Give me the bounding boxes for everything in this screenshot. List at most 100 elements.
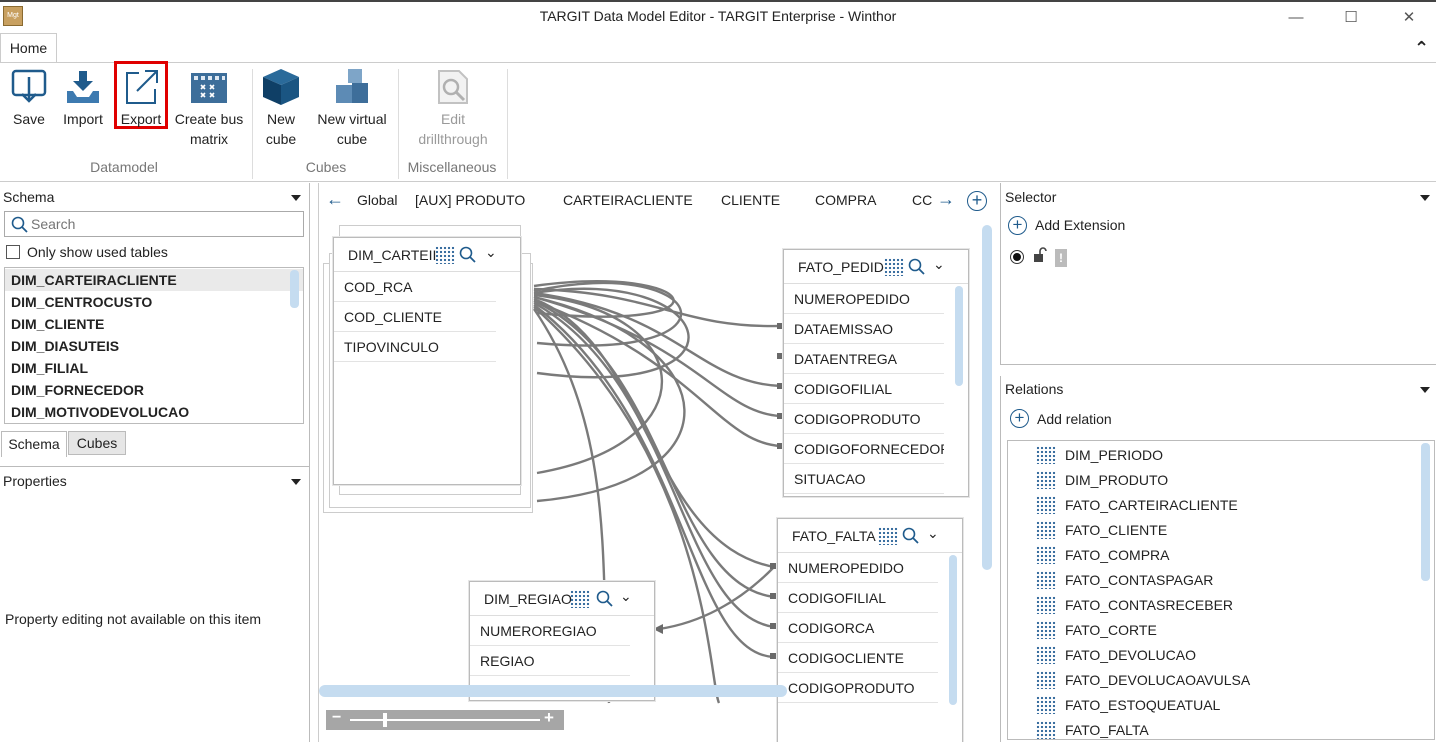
chevron-down-icon[interactable] (291, 195, 301, 201)
grid-icon[interactable] (435, 246, 455, 264)
add-extension-icon[interactable]: + (1008, 216, 1027, 235)
relation-item[interactable]: FATO_COMPRA (1008, 543, 1434, 568)
add-relation-label[interactable]: Add relation (1037, 411, 1112, 427)
export-button[interactable]: Export (114, 61, 168, 129)
search-icon[interactable] (908, 258, 926, 276)
close-button[interactable]: ✕ (1386, 4, 1432, 32)
zoom-out-button[interactable]: − (332, 709, 341, 727)
canvas-vertical-scrollbar[interactable] (982, 225, 992, 570)
grid-icon[interactable] (878, 527, 898, 545)
scrollbar-thumb[interactable] (955, 286, 963, 386)
canvas-horizontal-scrollbar[interactable] (319, 685, 787, 697)
table-fields: COD_RCA COD_CLIENTE TIPOVINCULO (334, 272, 520, 362)
chevron-down-icon[interactable]: ⌄ (485, 244, 497, 261)
chevron-down-icon[interactable] (291, 479, 301, 485)
zoom-slider[interactable]: − + (326, 708, 564, 730)
table-list-item[interactable]: DIM_CARTEIRACLIENTE (5, 269, 303, 291)
scrollbar-thumb[interactable] (290, 270, 299, 308)
grid-icon[interactable] (884, 258, 904, 276)
search-icon (11, 216, 28, 233)
field-row[interactable]: NUMEROREGIAO (470, 616, 630, 646)
field-row[interactable]: CODIGOPRODUTO (778, 673, 938, 703)
edit-drillthrough-button[interactable]: Edit drillthrough (404, 67, 502, 149)
new-cube-button[interactable]: New cube (258, 67, 304, 149)
chevron-down-icon[interactable]: ⌄ (620, 588, 632, 605)
relation-item[interactable]: FATO_CORTE (1008, 618, 1434, 643)
search-icon[interactable] (459, 246, 477, 264)
search-box[interactable] (4, 211, 304, 237)
tab-cubes[interactable]: Cubes (68, 431, 126, 455)
zoom-in-button[interactable]: + (544, 708, 554, 728)
field-row[interactable]: CODIGOCLIENTE (778, 643, 938, 673)
list-item-label: FATO_CARTEIRACLIENTE (1065, 497, 1238, 513)
table-icon (1036, 471, 1056, 489)
relation-item[interactable]: FATO_CONTASPAGAR (1008, 568, 1434, 593)
grid-icon[interactable] (570, 590, 590, 608)
table-list-item[interactable]: DIM_FORNECEDOR (5, 379, 303, 401)
diagram-canvas[interactable]: ← Global [AUX] PRODUTO CARTEIRACLIENTE C… (318, 183, 996, 742)
relation-item[interactable]: FATO_DEVOLUCAO (1008, 643, 1434, 668)
field-row[interactable]: TIPOVINCULO (334, 332, 496, 362)
table-icon (1036, 596, 1056, 614)
field-row[interactable]: SITUACAO (784, 464, 944, 494)
field-row[interactable]: CODIGORCA (778, 613, 938, 643)
table-list-item[interactable]: DIM_FILIAL (5, 357, 303, 379)
minimize-button[interactable]: — (1273, 4, 1319, 32)
tab-schema[interactable]: Schema (1, 431, 67, 457)
table-fato-falta[interactable]: FATO_FALTA ⌄ NUMEROPEDIDO CODIGOFILIAL COD… (777, 518, 963, 742)
only-used-checkbox[interactable] (6, 245, 20, 259)
relation-item[interactable]: FATO_ESTOQUEATUAL (1008, 693, 1434, 718)
table-fato-pedido[interactable]: FATO_PEDIDO ⌄ NUMEROPEDIDO DATAEMISSAO DAT… (783, 249, 969, 497)
field-row[interactable]: COD_RCA (334, 272, 496, 302)
table-dim-carteira[interactable]: DIM_CARTEII ⌄ COD_RCA COD_CLIENTE TIPOVINC… (333, 237, 521, 485)
field-row[interactable]: CODIGOPRODUTO (784, 404, 944, 434)
field-row[interactable]: DATAEMISSAO (784, 314, 944, 344)
relation-item[interactable]: FATO_CONTASRECEBER (1008, 593, 1434, 618)
add-extension-label[interactable]: Add Extension (1035, 217, 1125, 233)
field-row[interactable]: CODIGOFILIAL (778, 583, 938, 613)
relation-item[interactable]: FATO_CLIENTE (1008, 518, 1434, 543)
relation-item[interactable]: FATO_CARTEIRACLIENTE (1008, 493, 1434, 518)
chevron-down-icon[interactable]: ⌄ (933, 256, 945, 273)
table-list-item[interactable]: DIM_CENTROCUSTO (5, 291, 303, 313)
tab-home[interactable]: Home (0, 33, 57, 63)
field-row[interactable]: REGIAO (470, 646, 630, 676)
relation-item[interactable]: FATO_FALTA (1008, 718, 1434, 739)
chevron-down-icon[interactable]: ⌄ (927, 525, 939, 542)
ribbon: Save Import Export Create bus matrix Dat… (0, 61, 1436, 182)
zoom-thumb[interactable] (383, 713, 387, 727)
scrollbar-thumb[interactable] (1421, 443, 1430, 581)
field-row[interactable]: DATAENTREGA (784, 344, 944, 374)
create-bus-matrix-button[interactable]: Create bus matrix (170, 67, 248, 149)
unlock-icon[interactable] (1033, 247, 1047, 263)
field-row[interactable]: COD_CLIENTE (334, 302, 496, 332)
field-row[interactable]: CODIGOFORNECEDOR (784, 434, 944, 464)
table-dim-regiao[interactable]: DIM_REGIAO ⌄ NUMEROREGIAO REGIAO (469, 581, 655, 701)
drillthrough-label-2: drillthrough (418, 131, 488, 147)
search-input[interactable] (31, 214, 291, 234)
field-row[interactable]: NUMEROPEDIDO (778, 553, 938, 583)
relation-item[interactable]: DIM_PERIODO (1008, 443, 1434, 468)
import-button[interactable]: Import (57, 67, 109, 129)
add-relation-icon[interactable]: + (1010, 409, 1029, 428)
scrollbar-thumb[interactable] (949, 555, 957, 705)
title-bar: Mgt TARGIT Data Model Editor - TARGIT En… (0, 0, 1436, 32)
table-icon (1036, 521, 1056, 539)
relation-item[interactable]: FATO_DEVOLUCAOAVULSA (1008, 668, 1434, 693)
field-row[interactable]: NUMEROPEDIDO (784, 284, 944, 314)
field-row[interactable]: CODIGOFILIAL (784, 374, 944, 404)
chevron-down-icon[interactable] (1420, 387, 1430, 393)
search-icon[interactable] (902, 527, 920, 545)
collapse-ribbon-button[interactable]: ⌃ (1414, 38, 1429, 59)
maximize-button[interactable]: ☐ (1328, 4, 1374, 32)
table-list-item[interactable]: DIM_DIASUTEIS (5, 335, 303, 357)
table-list-item[interactable]: DIM_CLIENTE (5, 313, 303, 335)
chevron-down-icon[interactable] (1420, 195, 1430, 201)
relation-item[interactable]: DIM_PRODUTO (1008, 468, 1434, 493)
new-virtual-cube-button[interactable]: New virtual cube (310, 67, 394, 149)
splitter[interactable] (309, 183, 310, 742)
radio-button[interactable] (1010, 250, 1024, 264)
search-icon[interactable] (596, 590, 614, 608)
table-list-item[interactable]: DIM_MOTIVODEVOLUCAO (5, 401, 303, 423)
save-button[interactable]: Save (6, 67, 52, 129)
